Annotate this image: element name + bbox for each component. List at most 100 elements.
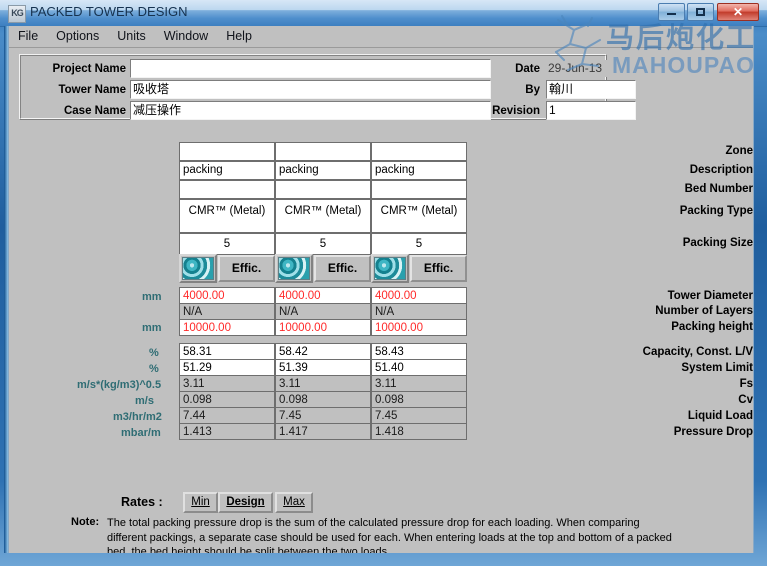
row-label-packing-height: Packing height [671,321,753,333]
cell-number-of-layers-load-2: N/A [275,303,371,320]
cell-packing-type-load-1[interactable]: CMR™ (Metal) [179,199,275,233]
rates-max-button[interactable]: Max [275,492,313,513]
menu-item-options[interactable]: Options [47,26,108,46]
efficiency-button-load-3[interactable]: Effic. [410,255,467,282]
unit-pressure-drop: mbar/m [121,427,161,439]
row-label-system-limit: System Limit [681,362,753,374]
efficiency-button-load-2[interactable]: Effic. [314,255,371,282]
packing-image-button-load-2[interactable] [275,254,313,283]
unit-fs: m/s*(kg/m3)^0.5 [77,379,162,391]
row-label-zone: Zone [725,145,753,157]
rates-design-label: Design [226,496,265,508]
project-name-label: Project Name [52,63,126,75]
cell-bed-number-load-2[interactable] [275,180,371,199]
cell-zone-load-2[interactable] [275,142,371,161]
cell-capacity-load-1[interactable]: 58.31 [179,343,275,360]
efficiency-button-load-1[interactable]: Effic. [218,255,275,282]
close-window-button[interactable]: ✕ [717,3,759,21]
row-label-pressure-drop: Pressure Drop [673,426,753,438]
title-bar: KG PACKED TOWER DESIGN ✕ [0,0,767,27]
note-label: Note: [71,516,100,528]
cell-zone-load-1[interactable] [179,142,275,161]
maximize-button[interactable] [687,3,714,21]
cell-description-load-3[interactable]: packing [371,161,467,180]
cell-tower-diameter-load-1[interactable]: 4000.00 [179,287,275,304]
unit-tower-diameter: mm [142,291,162,303]
app-icon: KG [8,5,26,23]
unit-cv: m/s [135,395,154,407]
cell-packing-type-load-3[interactable]: CMR™ (Metal) [371,199,467,233]
menu-item-file[interactable]: File [9,26,47,46]
cell-liquid-load-load-3: 7.45 [371,407,467,424]
packing-ring-icon [182,257,214,280]
cell-capacity-load-3[interactable]: 58.43 [371,343,467,360]
cell-cv-load-3: 0.098 [371,391,467,408]
rates-min-label: Min [191,496,210,508]
cell-tower-diameter-load-3[interactable]: 4000.00 [371,287,467,304]
row-label-packing-type: Packing Type [679,205,753,217]
row-label-bed-number: Bed Number [684,183,753,195]
cell-description-load-1[interactable]: packing [179,161,275,180]
maximize-icon [696,8,705,16]
cell-packing-height-load-2[interactable]: 10000.00 [275,319,371,336]
row-label-description: Description [689,164,753,176]
cell-description-load-2[interactable]: packing [275,161,371,180]
row-label-tower-diameter: Tower Diameter [667,290,753,302]
menu-item-window[interactable]: Window [155,26,217,46]
tower-name-input[interactable]: 吸收塔 [130,80,491,99]
client-area: File Options Units Window Help Project N… [8,26,754,553]
cell-fs-load-3: 3.11 [371,375,467,392]
cell-pressure-drop-load-1: 1.413 [179,423,275,440]
cell-system-limit-load-3[interactable]: 51.40 [371,359,467,376]
project-name-input[interactable] [130,59,491,78]
cell-capacity-load-2[interactable]: 58.42 [275,343,371,360]
date-label: Date [515,63,540,75]
cell-zone-load-3[interactable] [371,142,467,161]
minimize-icon [667,13,676,15]
minimize-button[interactable] [658,3,685,21]
packing-ring-icon [278,257,310,280]
rates-max-label: Max [283,496,305,508]
unit-packing-height: mm [142,322,162,334]
cell-tower-diameter-load-2[interactable]: 4000.00 [275,287,371,304]
cell-liquid-load-load-2: 7.45 [275,407,371,424]
row-label-packing-size: Packing Size [682,237,753,249]
row-label-number-of-layers: Number of Layers [655,305,753,317]
cell-liquid-load-load-1: 7.44 [179,407,275,424]
cell-system-limit-load-2[interactable]: 51.39 [275,359,371,376]
rates-design-button[interactable]: Design [218,492,273,513]
menu-item-units[interactable]: Units [108,26,154,46]
row-label-cv: Cv [738,394,753,406]
cell-pressure-drop-load-2: 1.417 [275,423,371,440]
case-name-input[interactable]: 减压操作 [130,101,491,120]
rates-label: Rates : [121,495,163,509]
cell-packing-height-load-3[interactable]: 10000.00 [371,319,467,336]
packing-image-button-load-3[interactable] [371,254,409,283]
row-label-capacity-const-lv: Capacity, Const. L/V [642,346,753,358]
revision-label: Revision [492,105,540,117]
cell-system-limit-load-1[interactable]: 51.29 [179,359,275,376]
cell-packing-type-load-2[interactable]: CMR™ (Metal) [275,199,371,233]
cell-cv-load-1: 0.098 [179,391,275,408]
packing-image-button-load-1[interactable] [179,254,217,283]
menu-item-help[interactable]: Help [217,26,261,46]
cell-packing-size-load-1[interactable]: 5 [179,233,275,255]
close-icon: ✕ [732,5,744,19]
packing-ring-icon [374,257,406,280]
cell-fs-load-2: 3.11 [275,375,371,392]
row-label-fs: Fs [739,378,753,390]
rates-min-button[interactable]: Min [183,492,218,513]
cell-bed-number-load-3[interactable] [371,180,467,199]
unit-liquid-load: m3/hr/m2 [113,411,162,423]
cell-packing-size-load-3[interactable]: 5 [371,233,467,255]
cell-packing-size-load-2[interactable]: 5 [275,233,371,255]
unit-system-limit: % [149,363,159,375]
window-title: PACKED TOWER DESIGN [30,4,188,19]
row-label-liquid-load: Liquid Load [687,410,753,422]
revision-input[interactable]: 1 [546,101,636,120]
cell-pressure-drop-load-3: 1.418 [371,423,467,440]
cell-packing-height-load-1[interactable]: 10000.00 [179,319,275,336]
menu-bar: File Options Units Window Help [9,26,753,48]
cell-bed-number-load-1[interactable] [179,180,275,199]
by-input[interactable]: 翰川 [546,80,636,99]
